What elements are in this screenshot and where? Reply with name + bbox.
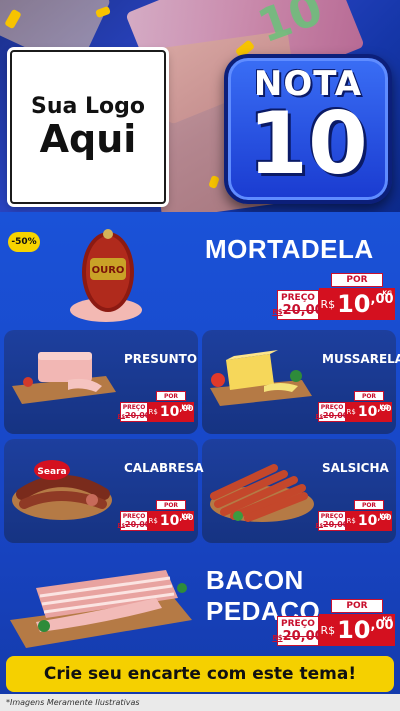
price-value: 10: [337, 290, 371, 318]
hero-banner: 10 Sua Logo Aqui NOTA 10: [0, 0, 400, 212]
price-tag-salsicha: PREÇO R$20,00 POR KG R$ 10,00: [315, 500, 392, 531]
disclaimer-footer: *Imagens Meramente Ilustrativas: [0, 694, 400, 711]
por-label: POR: [331, 273, 383, 287]
price-tag-calabresa: PREÇO R$20,00 POR KG R$ 10,00: [117, 500, 194, 531]
discount-badge: -50%: [8, 232, 40, 252]
logo-text-line2: Aqui: [39, 116, 137, 161]
presunto-image: [12, 352, 116, 404]
calabresa-image: Seara: [12, 460, 112, 520]
price-tag-mortadela: PREÇO R$20,00 POR KG R$ 10 ,00: [272, 273, 395, 320]
old-price: R$20,00: [272, 302, 324, 318]
price-tag-bacon: PREÇO R$20,00 POR KG R$ 10,00: [272, 599, 395, 646]
new-price-box: POR KG R$ 10 ,00: [319, 273, 395, 320]
product-title-presunto: PRESUNTO: [124, 352, 198, 366]
currency: R$: [320, 297, 336, 311]
svg-text:Seara: Seara: [37, 467, 66, 477]
mussarela-image: [210, 350, 312, 406]
product-title-mortadela: MORTADELA: [205, 234, 374, 264]
cta-banner[interactable]: Crie seu encarte com este tema!: [6, 656, 394, 692]
logo-placeholder[interactable]: Sua Logo Aqui: [10, 50, 166, 204]
logo-text-line1: Sua Logo: [30, 93, 145, 119]
old-price-box: PREÇO R$20,00: [272, 290, 324, 320]
badge-number: 10: [248, 94, 368, 194]
unit-label: KG: [382, 290, 392, 297]
price-tag-presunto: PREÇO R$20,00 POR KG R$ 10,00: [117, 391, 194, 422]
nota-10-badge: NOTA 10: [224, 54, 392, 204]
product-title-salsicha: SALSICHA: [322, 461, 389, 475]
preco-label: PREÇO: [281, 292, 315, 303]
product-title-calabresa: CALABRESA: [124, 461, 204, 475]
price-tag-mussarela: PREÇO R$20,00 POR KG R$ 10,00: [315, 391, 392, 422]
brand-label: OURO: [92, 265, 125, 276]
salsicha-image: [210, 464, 314, 522]
product-title-mussarela: MUSSARELA: [322, 352, 400, 366]
mortadela-image: OURO: [70, 229, 142, 322]
bacon-image: [10, 570, 192, 648]
